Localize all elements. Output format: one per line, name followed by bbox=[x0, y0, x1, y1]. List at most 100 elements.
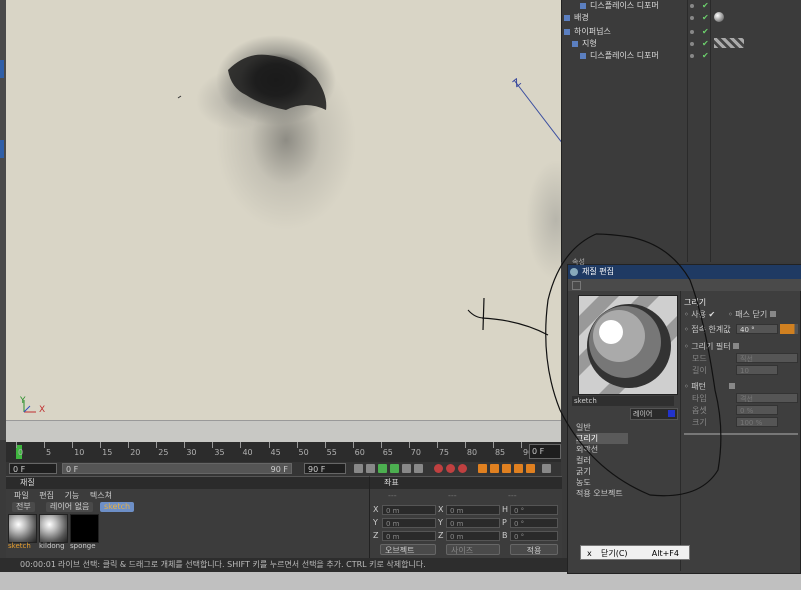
scale-key-button[interactable] bbox=[490, 464, 499, 473]
menu-function[interactable]: 기능 bbox=[65, 491, 80, 500]
go-to-start-button[interactable] bbox=[354, 464, 363, 473]
enable-check-icon[interactable]: ✔ bbox=[702, 26, 709, 38]
go-to-end-button[interactable] bbox=[414, 464, 423, 473]
left-tool-button[interactable] bbox=[0, 140, 4, 158]
material-thumb-sponge[interactable] bbox=[70, 514, 99, 543]
timeline-frame-field[interactable]: 0 F bbox=[529, 444, 561, 459]
rot-h-field[interactable]: 0 ° bbox=[510, 505, 558, 515]
visibility-dot[interactable] bbox=[690, 30, 694, 34]
enable-check-icon[interactable]: ✔ bbox=[702, 38, 709, 50]
coord-apply-button[interactable]: 적용 bbox=[510, 544, 558, 555]
rot-p-field[interactable]: 0 ° bbox=[510, 518, 558, 528]
timeline-tick bbox=[72, 442, 74, 448]
pos-z-field[interactable]: 0 m bbox=[382, 531, 436, 541]
channel-item[interactable]: 컬러 bbox=[576, 455, 591, 466]
visibility-dot[interactable] bbox=[690, 42, 694, 46]
material-preview[interactable] bbox=[578, 295, 678, 395]
offset-field[interactable]: 0 % bbox=[736, 405, 778, 415]
angle-label: ◦ 접속 한계값 bbox=[684, 325, 731, 334]
object-row[interactable]: 디스플레이스 디포머 ✔ bbox=[562, 50, 801, 62]
object-icon bbox=[572, 41, 578, 47]
channel-item[interactable]: 굵기 bbox=[576, 466, 591, 477]
timeline-menu-button[interactable] bbox=[542, 464, 551, 473]
visibility-dot[interactable] bbox=[690, 54, 694, 58]
end-frame-field[interactable]: 90 F bbox=[304, 463, 346, 474]
object-row[interactable]: 디스플레이스 디포머 ✔ bbox=[562, 0, 801, 12]
prev-key-button[interactable] bbox=[366, 464, 375, 473]
context-menu-close-item[interactable]: x 닫기(C) Alt+F4 bbox=[580, 545, 690, 560]
size-y-field[interactable]: 0 m bbox=[446, 518, 500, 528]
type-dropdown[interactable]: 격선 bbox=[736, 393, 798, 403]
record-button[interactable] bbox=[434, 464, 443, 473]
keyframe-button[interactable] bbox=[458, 464, 467, 473]
visibility-dot[interactable] bbox=[690, 16, 694, 20]
filter-tab-all[interactable]: 전부 bbox=[12, 502, 35, 512]
menu-texture[interactable]: 텍스쳐 bbox=[90, 491, 112, 500]
coord-size-dropdown[interactable]: 사이즈 bbox=[446, 544, 500, 555]
grid-icon[interactable] bbox=[572, 281, 581, 290]
editor-toolbar bbox=[568, 279, 801, 291]
timeline-tick bbox=[380, 442, 382, 448]
use-checkbox[interactable]: ✔ bbox=[709, 310, 716, 319]
menu-edit[interactable]: 편집 bbox=[39, 491, 54, 500]
size-field[interactable]: 100 % bbox=[736, 417, 778, 427]
pattern-checkbox[interactable] bbox=[728, 383, 735, 389]
pos-key-button[interactable] bbox=[478, 464, 487, 473]
object-row[interactable]: 지형 ✔ bbox=[562, 38, 801, 50]
frame-range-slider[interactable]: 0 F 90 F bbox=[62, 463, 292, 474]
layer-button[interactable]: 레이어 bbox=[630, 408, 678, 420]
object-row[interactable]: 배경 ✔ bbox=[562, 12, 801, 24]
filter-tab-no-layer[interactable]: 레이어 없음 bbox=[46, 502, 94, 512]
layer-button-label: 레이어 bbox=[633, 410, 653, 418]
start-frame-field[interactable]: 0 F bbox=[9, 463, 57, 474]
next-key-button[interactable] bbox=[402, 464, 411, 473]
channel-item[interactable]: 외곽선 bbox=[576, 444, 598, 455]
texture-tags-icon[interactable] bbox=[714, 38, 744, 48]
pos-x-field[interactable]: 0 m bbox=[382, 505, 436, 515]
coord-axis-label: Z bbox=[373, 531, 379, 540]
visibility-dot[interactable] bbox=[690, 4, 694, 8]
play-button[interactable] bbox=[390, 464, 399, 473]
filter-tab-sketch[interactable]: sketch bbox=[100, 502, 135, 512]
mode-dropdown[interactable]: 직선 bbox=[736, 353, 798, 363]
menu-file[interactable]: 파일 bbox=[14, 491, 29, 500]
enable-check-icon[interactable]: ✔ bbox=[702, 12, 709, 24]
material-thumb-kildong[interactable] bbox=[39, 514, 68, 543]
channel-item[interactable]: 적용 오브젝트 bbox=[576, 488, 623, 499]
coord-mode-dropdown[interactable]: 오브젝트 bbox=[380, 544, 436, 555]
material-tag-icon[interactable] bbox=[714, 12, 724, 22]
size-x-field[interactable]: 0 m bbox=[446, 505, 500, 515]
material-label-sketch: sketch bbox=[8, 542, 31, 550]
play-reverse-button[interactable] bbox=[378, 464, 387, 473]
left-tool-button[interactable] bbox=[0, 60, 4, 78]
material-name-field[interactable]: sketch bbox=[572, 396, 674, 406]
channel-item[interactable]: 그리기 bbox=[576, 433, 628, 444]
rot-b-field[interactable]: 0 ° bbox=[510, 531, 558, 541]
draw-filter-checkbox[interactable] bbox=[733, 343, 740, 349]
3d-viewport[interactable]: Z X Y bbox=[6, 0, 561, 420]
enable-check-icon[interactable]: ✔ bbox=[702, 0, 709, 12]
enable-check-icon[interactable]: ✔ bbox=[702, 50, 709, 62]
timeline-tick-label: 30 bbox=[186, 448, 197, 457]
angle-field[interactable]: 40 ° bbox=[736, 324, 778, 334]
coordinate-manager: 좌표 --- --- --- X 0 m X 0 m H 0 ° Y 0 m Y… bbox=[369, 476, 562, 559]
pla-key-button[interactable] bbox=[526, 464, 535, 473]
size-z-field[interactable]: 0 m bbox=[446, 531, 500, 541]
rot-key-button[interactable] bbox=[502, 464, 511, 473]
type-label: 타입 bbox=[692, 394, 707, 403]
pos-y-field[interactable]: 0 m bbox=[382, 518, 436, 528]
channel-item[interactable]: 일반 bbox=[576, 422, 591, 433]
length-field[interactable]: 10 bbox=[736, 365, 778, 375]
timeline-ruler[interactable]: 051015202530354045505560657075808590 0 F bbox=[6, 442, 561, 462]
autokey-button[interactable] bbox=[446, 464, 455, 473]
offset-label: 옵셋 bbox=[692, 406, 707, 415]
context-menu-label: 닫기(C) bbox=[601, 549, 628, 558]
object-name: 배경 bbox=[574, 13, 589, 22]
object-row[interactable]: 하이퍼넙스 ✔ bbox=[562, 26, 801, 38]
material-thumb-sketch[interactable] bbox=[8, 514, 37, 543]
angle-slider[interactable] bbox=[780, 324, 798, 334]
param-key-button[interactable] bbox=[514, 464, 523, 473]
range-end-label: 90 F bbox=[270, 465, 288, 474]
channel-item[interactable]: 농도 bbox=[576, 477, 591, 488]
pass-close-checkbox[interactable] bbox=[769, 311, 776, 317]
